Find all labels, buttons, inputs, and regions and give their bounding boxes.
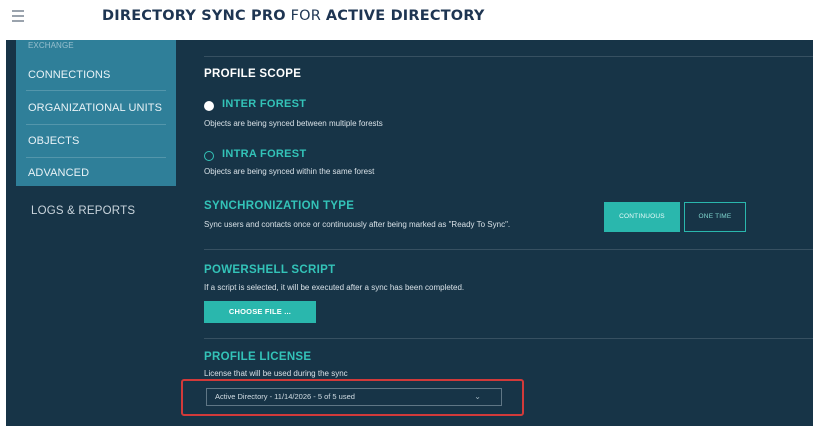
profile-license-title: PROFILE LICENSE <box>204 351 312 363</box>
app-title: DIRECTORY SYNC PRO FOR ACTIVE DIRECTORY <box>102 8 485 24</box>
sidebar-item-connections[interactable]: CONNECTIONS <box>28 69 166 81</box>
menu-icon-line <box>12 20 24 22</box>
profile-settings-panel: PROFILE SCOPE INTER FOREST Objects are b… <box>180 40 813 426</box>
app-title-product: DIRECTORY SYNC PRO <box>102 8 286 24</box>
sidebar-item-organizational-units[interactable]: ORGANIZATIONAL UNITS <box>28 102 166 114</box>
app-title-for: FOR <box>290 8 322 24</box>
sidebar-item-objects[interactable]: OBJECTS <box>28 135 166 147</box>
inter-forest-radio[interactable] <box>204 101 214 111</box>
section-divider <box>204 338 813 339</box>
sidebar-divider <box>26 157 166 158</box>
sync-type-description: Sync users and contacts once or continuo… <box>204 220 511 229</box>
choose-file-button[interactable]: CHOOSE FILE ... <box>204 301 316 323</box>
sidebar-divider <box>26 124 166 125</box>
sidebar: EXCHANGE CONNECTIONS ORGANIZATIONAL UNIT… <box>6 40 180 426</box>
inter-forest-label[interactable]: INTER FOREST <box>222 98 306 110</box>
one-time-button[interactable]: ONE TIME <box>684 202 746 232</box>
profile-scope-title: PROFILE SCOPE <box>204 68 302 80</box>
license-highlight-box <box>181 379 524 416</box>
sidebar-nav-group: EXCHANGE CONNECTIONS ORGANIZATIONAL UNIT… <box>16 40 176 186</box>
menu-icon-line <box>12 15 24 17</box>
profile-license-description: License that will be used during the syn… <box>204 369 348 378</box>
app-body: EXCHANGE CONNECTIONS ORGANIZATIONAL UNIT… <box>6 40 813 426</box>
sidebar-item-advanced[interactable]: ADVANCED <box>28 167 166 179</box>
section-divider <box>204 56 813 57</box>
intra-forest-description: Objects are being synced within the same… <box>204 167 375 176</box>
powershell-title: POWERSHELL SCRIPT <box>204 264 336 276</box>
hamburger-menu-icon[interactable] <box>12 10 24 22</box>
menu-icon-line <box>12 10 24 12</box>
continuous-button[interactable]: CONTINUOUS <box>604 202 680 232</box>
inter-forest-description: Objects are being synced between multipl… <box>204 119 383 128</box>
sidebar-item-logs-reports[interactable]: LOGS & REPORTS <box>31 205 135 217</box>
intra-forest-label[interactable]: INTRA FOREST <box>222 148 306 160</box>
top-bar: DIRECTORY SYNC PRO FOR ACTIVE DIRECTORY <box>0 0 813 40</box>
app-title-target: ACTIVE DIRECTORY <box>325 8 485 24</box>
sidebar-divider <box>26 90 166 91</box>
intra-forest-radio[interactable] <box>204 151 214 161</box>
powershell-description: If a script is selected, it will be exec… <box>204 283 465 292</box>
sync-type-title: SYNCHRONIZATION TYPE <box>204 200 355 212</box>
section-divider <box>204 249 813 250</box>
sidebar-item-exchange[interactable]: EXCHANGE <box>28 41 166 50</box>
